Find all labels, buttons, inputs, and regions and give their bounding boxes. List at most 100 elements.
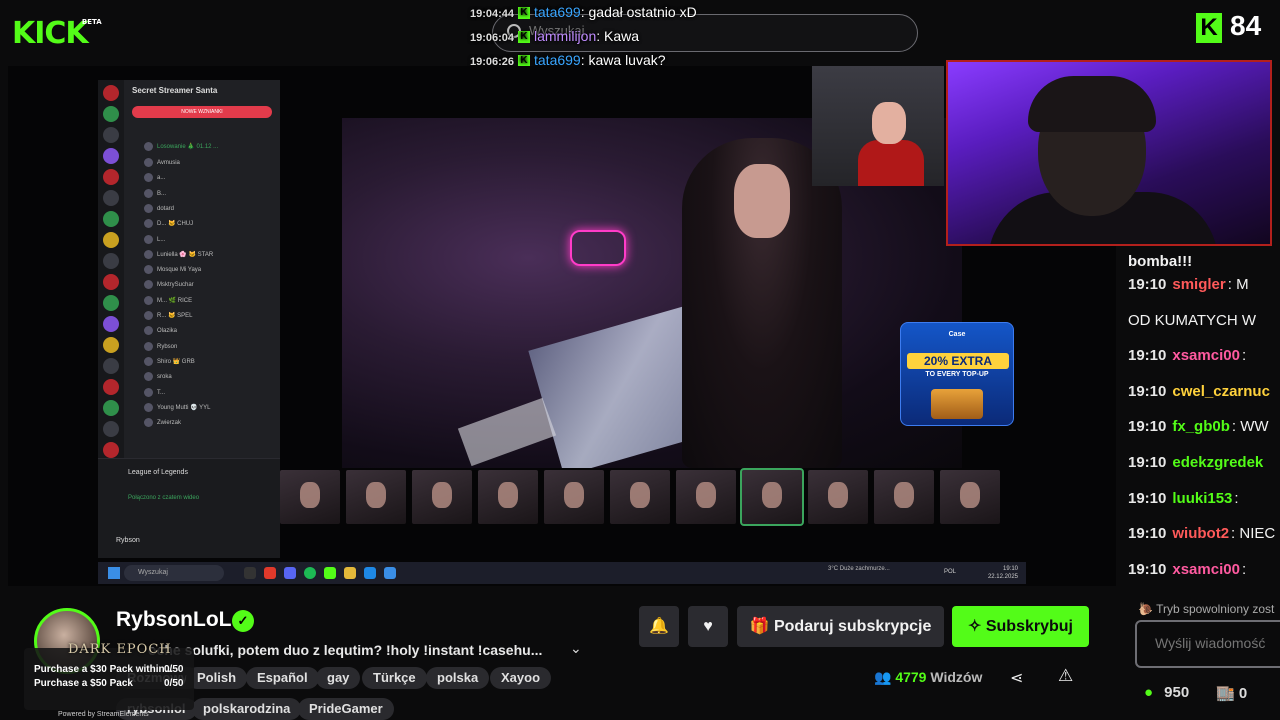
- report-icon[interactable]: ⚠: [1058, 666, 1073, 686]
- gift-icon: 🎁: [749, 618, 774, 635]
- notifications-button[interactable]: 🔔: [639, 606, 679, 647]
- app-icon: [344, 567, 356, 579]
- follow-button[interactable]: ♥: [688, 606, 728, 647]
- quest-widget: DARK EPOCH Purchase a $30 Pack within...…: [24, 642, 194, 718]
- participant-thumb: [676, 470, 736, 524]
- treasure-chest-icon: [931, 389, 983, 419]
- chat-message: OD KUMATYCH W: [1128, 311, 1257, 329]
- keyboard: [457, 397, 557, 467]
- chat-message: 19:10 fx_gb0b: WW: [1128, 418, 1269, 436]
- sponsor-ad: Case 20% EXTRA TO EVERY TOP-UP: [900, 322, 1014, 426]
- tag-chip[interactable]: gay: [316, 667, 361, 689]
- video-call-thumbnails: [280, 468, 1022, 526]
- bell-icon: 🔔: [649, 618, 669, 635]
- app-icon: [364, 567, 376, 579]
- chat-username[interactable]: smigler: [1172, 276, 1225, 293]
- video-player[interactable]: Secret Streamer Santa NOWE WZNIANKI Loso…: [8, 60, 1272, 586]
- store-icon: 🏬: [1216, 685, 1235, 702]
- chat-message-text: bomba!!!: [1128, 253, 1193, 270]
- voice-user: Mosque Mi Yaya: [144, 265, 264, 274]
- chat-username[interactable]: cwel_czarnuc: [1172, 383, 1270, 400]
- neon-sign: [570, 230, 626, 266]
- tag-chip[interactable]: PrideGamer: [298, 698, 394, 720]
- participant-thumb: [412, 470, 472, 524]
- chat-username[interactable]: luuki153: [1172, 490, 1232, 507]
- tag-chip[interactable]: Español: [246, 667, 319, 689]
- chat-username[interactable]: xsamci00: [1172, 561, 1240, 578]
- voice-user: Avmusia: [144, 158, 264, 167]
- widget-footer: Powered by StreamElements: [58, 711, 149, 718]
- heart-icon: ♥: [703, 618, 713, 635]
- participant-thumb: [808, 470, 868, 524]
- store-button[interactable]: 🏬 0: [1216, 684, 1247, 702]
- chat-username[interactable]: wiubot2: [1172, 525, 1229, 542]
- voice-user: a...: [144, 173, 264, 182]
- chat-message-list: 19:10 smigler: M OD KUMATYCH W 19:10 xsamci0…: [1128, 276, 1280, 596]
- stream-overlay-chat: 19:04:44 Ktata699: gadał ostatnio xD 19:0…: [470, 0, 697, 72]
- subscribe-button[interactable]: ✧ Subskrybuj: [952, 606, 1089, 647]
- share-icon[interactable]: ⋖: [1010, 668, 1023, 688]
- tag-chip[interactable]: polska: [426, 667, 490, 689]
- tag-chip[interactable]: Xayoo: [490, 667, 552, 689]
- kick-app-icon: [324, 567, 336, 579]
- voice-user: T...: [144, 388, 264, 397]
- viewer-count: 👥 4779 Widzów: [874, 669, 983, 685]
- tag-chip[interactable]: Polish: [186, 667, 248, 689]
- chat-message: 19:10 wiubot2: NIEC: [1128, 525, 1276, 543]
- app-icon: [244, 567, 256, 579]
- kick-stream-page: KICKBETA 19:04:44Ktata699: gadał ostatni…: [0, 0, 1280, 720]
- app-icon: [384, 567, 396, 579]
- discord-icon: [284, 567, 296, 579]
- overlay-chat-line: 19:04:44 Ktata699: gadał ostatnio xD: [470, 4, 697, 20]
- voice-user: MsktrySuchar: [144, 280, 264, 289]
- participant-thumb: [280, 470, 340, 524]
- discord-window: Secret Streamer Santa NOWE WZNIANKI Loso…: [98, 80, 280, 558]
- participant-thumb: [544, 470, 604, 524]
- brave-icon: [264, 567, 276, 579]
- chat-input-box[interactable]: [1135, 620, 1280, 668]
- discord-bottom-panel: League of Legends Połączono z czatem wid…: [98, 458, 280, 558]
- windows-taskbar: Wyszukaj 3°C Duże zachmurze... POL 19:10…: [98, 562, 1026, 584]
- channel-points[interactable]: ● 950: [1144, 684, 1189, 701]
- face: [734, 164, 790, 238]
- stream-title: oche solufki, potem duo z lequtim? !holy…: [148, 642, 543, 658]
- gift-sub-button[interactable]: 🎁 Podaruj subskrypcje: [737, 606, 944, 647]
- chat-message: 19:10 xsamci00:: [1128, 560, 1247, 578]
- chat-message: 19:10 smigler: M: [1128, 276, 1249, 293]
- chat-username[interactable]: edekzgredek: [1172, 454, 1263, 471]
- beta-badge: BETA: [81, 18, 102, 26]
- slow-mode-notice: 🐌 Tryb spowolniony zost: [1138, 602, 1275, 616]
- chat-input[interactable]: [1155, 635, 1280, 651]
- voice-user: D... 🐱 CHUJ: [144, 219, 264, 228]
- voice-user: Luniella 🌸 🐱 STAR: [144, 250, 264, 259]
- participant-cam: [812, 66, 944, 186]
- taskbar-search: Wyszukaj: [124, 565, 224, 581]
- kick-logo[interactable]: KICK BETA: [12, 16, 102, 51]
- quest-item: Purchase a $30 Pack within... 0/50: [34, 664, 184, 675]
- chat-username[interactable]: xsamci00: [1172, 347, 1240, 364]
- windows-start-icon: [108, 567, 120, 579]
- voice-user: R... 🐱 SPEL: [144, 311, 264, 320]
- channel-name[interactable]: RybsonLoL: [116, 608, 232, 632]
- points-icon: ●: [1144, 684, 1154, 701]
- widget-title: DARK EPOCH: [68, 642, 172, 657]
- kick-k-icon: K: [1196, 13, 1222, 43]
- users-icon: 👥: [874, 669, 896, 685]
- chat-message: 19:10 edekzgredek: [1128, 453, 1264, 471]
- discord-primary-button: NOWE WZNIANKI: [132, 106, 272, 118]
- voice-user: M... 🌿 RICE: [144, 296, 264, 305]
- participant-thumb: [940, 470, 1000, 524]
- overlay-chat-line: 19:06:04 Klammilijon: Kawa: [470, 28, 640, 44]
- tag-chip[interactable]: polskarodzina: [192, 698, 302, 720]
- server-name: Secret Streamer Santa: [132, 86, 218, 95]
- chevron-down-icon[interactable]: ⌄: [570, 640, 582, 657]
- voice-channel: Losowanie 🎄 01.12 ...: [144, 142, 264, 151]
- kick-badge-icon: K: [518, 31, 530, 44]
- tag-chip[interactable]: Türkçe: [362, 667, 427, 689]
- voice-user: L...: [144, 235, 264, 244]
- chat-panel: bomba!!! 19:10 smigler: M OD KUMATYCH W 19:…: [1128, 240, 1280, 600]
- chat-username[interactable]: fx_gb0b: [1172, 418, 1230, 435]
- snail-icon: 🐌: [1138, 602, 1157, 616]
- participant-thumb: [610, 470, 670, 524]
- voice-user: Young Mutti 💀 YYL: [144, 403, 264, 412]
